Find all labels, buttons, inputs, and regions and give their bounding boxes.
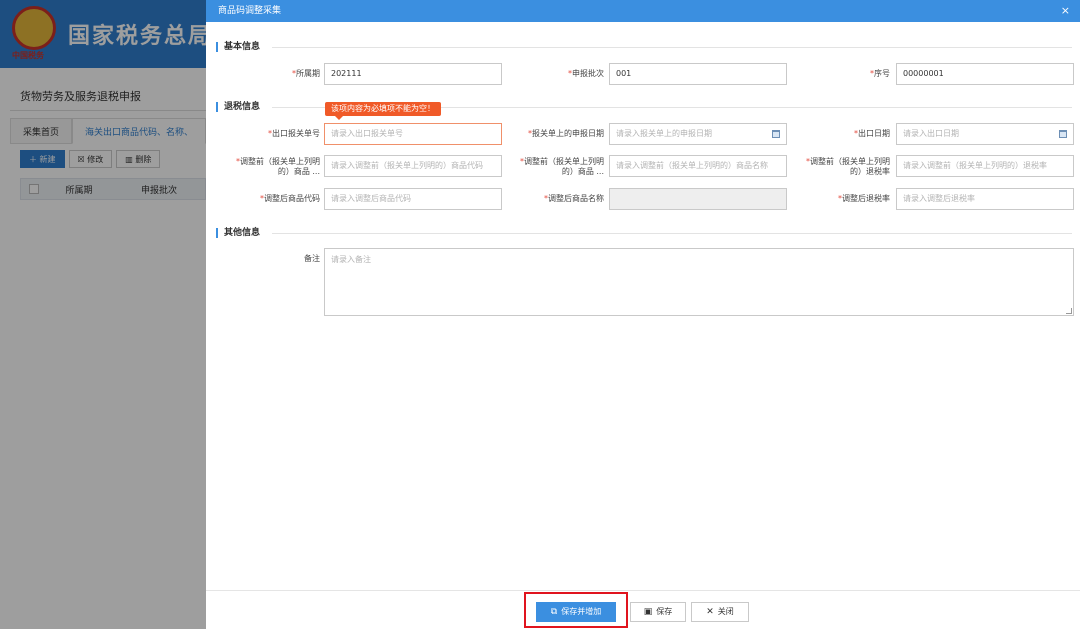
pre-code-label: *调整前（报关单上列明 的）商品 ... [236,157,320,176]
post-code-label: *调整后商品代码 [260,194,320,203]
save-icon: ▣ [643,607,653,617]
save-and-add-button[interactable]: ⧉ 保存并增加 [536,602,616,622]
post-name-label: *调整后商品名称 [544,194,604,203]
calendar-icon[interactable] [772,130,780,138]
customs-no-input[interactable]: 请录入出口报关单号 [324,123,502,145]
remark-label: 备注 [304,254,320,263]
close-icon: ✕ [706,607,714,617]
section-refund-title: 退税信息 [216,102,260,112]
pre-code-input[interactable]: 请录入调整前（报关单上列明的）商品代码 [324,155,502,177]
remark-textarea[interactable]: 请录入备注 [324,248,1074,316]
declare-date-label: *报关单上的申报日期 [528,129,604,138]
declare-date-input[interactable]: 请录入报关单上的申报日期 [609,123,787,145]
pre-rate-label: *调整前（报关单上列明 的）退税率 [806,157,890,176]
tooltip-arrow [335,116,343,120]
pre-name-label: *调整前（报关单上列明 的）商品 ... [520,157,604,176]
post-rate-label: *调整后退税率 [838,194,890,203]
resize-grip-icon[interactable] [1066,308,1072,314]
section-divider [272,47,1072,48]
batch-field[interactable]: 001 [609,63,787,85]
pre-rate-input[interactable]: 请录入调整前（报关单上列明的）退税率 [896,155,1074,177]
seq-label: *序号 [870,69,890,78]
post-code-input[interactable]: 请录入调整后商品代码 [324,188,502,210]
commodity-code-adjust-dialog: 商品码调整采集 × 基本信息 *所属期 202111 *申报批次 001 *序号… [206,0,1080,629]
section-divider [272,233,1072,234]
export-date-input[interactable]: 请录入出口日期 [896,123,1074,145]
save-add-icon: ⧉ [550,607,558,617]
required-error-tooltip: 该项内容为必填项不能为空！ [325,102,441,120]
close-button[interactable]: ✕ 关闭 [691,602,749,622]
calendar-icon[interactable] [1059,130,1067,138]
customs-no-label: *出口报关单号 [268,129,320,138]
period-label: *所属期 [292,69,320,78]
post-name-field-disabled [609,188,787,210]
batch-label: *申报批次 [568,69,604,78]
period-field[interactable]: 202111 [324,63,502,85]
export-date-label: *出口日期 [854,129,890,138]
dialog-header: 商品码调整采集 × [206,0,1080,22]
seq-field[interactable]: 00000001 [896,63,1074,85]
post-rate-input[interactable]: 请录入调整后退税率 [896,188,1074,210]
section-other-title: 其他信息 [216,228,260,238]
dialog-title: 商品码调整采集 [218,6,282,16]
section-basic-title: 基本信息 [216,42,260,52]
save-button[interactable]: ▣ 保存 [630,602,686,622]
pre-name-input[interactable]: 请录入调整前（报关单上列明的）商品名称 [609,155,787,177]
footer-divider [206,590,1080,591]
close-icon[interactable]: × [1061,0,1070,22]
